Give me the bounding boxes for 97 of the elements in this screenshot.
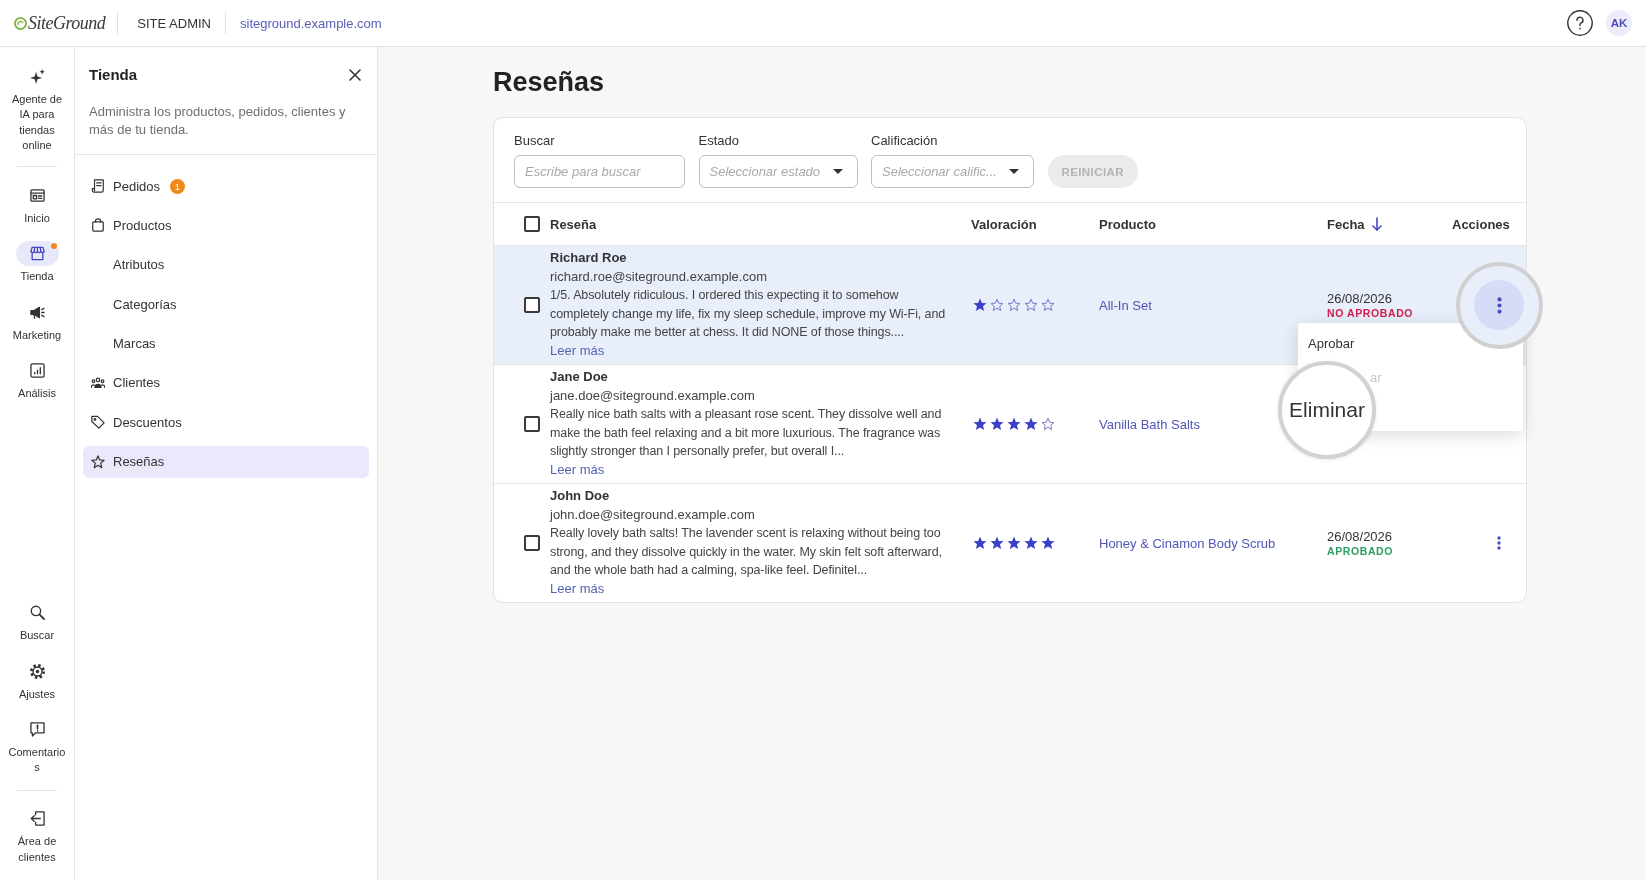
rail-nav-item[interactable]: Inicio [2,183,72,227]
kebab-menu-icon [1497,536,1501,550]
panel-title: Tienda [89,66,138,84]
speech-bubble-alert-icon [29,721,45,737]
star-outline-icon [1024,298,1038,312]
star-icon [1041,536,1055,550]
rail-nav-item[interactable]: Buscar [2,600,72,644]
exit-arrow-icon [29,811,45,827]
status-label: NO APROBADO [1327,305,1414,320]
sidebar-item[interactable]: Pedidos 1 [83,170,369,202]
help-icon [1567,10,1593,36]
reviewer-email: jane.doe@siteground.example.com [550,386,755,405]
row-checkbox[interactable] [524,416,540,432]
product-link[interactable]: Honey & Cinamon Body Scrub [1099,536,1276,551]
menu-item[interactable]: Aprobar [1308,326,1355,360]
tag-icon [91,415,105,430]
sidebar-item[interactable]: Clientes [83,366,369,399]
notification-count: 1 [170,178,185,194]
settings-icon [29,663,45,679]
column-header: Producto [1099,216,1157,232]
search-icon [29,605,45,621]
sidebar-item[interactable]: Descuentos [83,406,369,439]
reviewer-name: Jane Doe [550,368,608,386]
panel-description: Administra los productos, pedidos, clientes y más de tu tienda. [89,103,347,139]
receipt-icon [91,179,105,193]
user-avatar[interactable]: AK [1606,10,1632,36]
sparkle-icon [29,69,45,84]
sidebar-subitem[interactable]: Categorías [83,288,369,321]
search-field[interactable]: Escribe para buscar [514,155,685,188]
sidebar-subitem[interactable]: Marcas [83,327,369,360]
close-icon [349,69,361,81]
site-link[interactable]: siteground.example.com [240,15,382,31]
rail-nav-item[interactable]: Análisis [2,358,72,402]
rail-nav-item[interactable]: Comentarios [2,716,72,776]
review-text: Really nice bath salts with a pleasant rose scent. They dissolve well and make the bath feel relaxing and a bit more luxurious. The fragrance was slightly stronger than I personally prefer, but overall I... [550,406,943,460]
kebab-menu-icon [1496,296,1502,314]
star-icon [1007,417,1021,431]
bar-chart-icon [29,363,45,379]
storefront-icon [29,246,45,262]
reviewer-name: John Doe [550,487,610,505]
review-text: 1/5. Absolutely ridiculous. I ordered this expecting it to somehow completely change my life, fix my sleep schedule, improve my Wi-Fi, and probably make me better at chess. It did NONE of those things.... [550,287,947,341]
star-icon [1024,536,1038,550]
review-date: 26/08/2026 [1327,528,1393,544]
read-more-link[interactable]: Leer más [550,460,605,479]
column-header[interactable]: Fecha [1327,216,1382,232]
rail-nav-item[interactable]: Agente de IA para tiendas online [2,64,72,154]
rail-nav-item[interactable]: Ajustes [2,658,72,702]
star-icon [990,536,1004,550]
section-title: SITE ADMIN [137,15,211,31]
column-header: Acciones [1452,216,1510,232]
caret-down-icon [832,169,843,174]
star-icon [973,417,987,431]
row-checkbox[interactable] [524,297,540,313]
filter-label: Buscar [514,133,555,149]
reviewer-email: john.doe@siteground.example.com [550,505,755,524]
megaphone-icon [29,304,45,320]
product-link[interactable]: Vanilla Bath Salts [1099,417,1200,432]
browser-window-icon [29,188,45,204]
people-group-icon [91,375,105,390]
sidebar-item[interactable]: Reseñas [83,445,369,478]
logo-swirl-icon [14,16,27,30]
shopping-bag-icon [91,218,105,233]
filter-label: Estado [698,133,739,149]
read-more-link[interactable]: Leer más [550,579,605,598]
logo-wordmark: SiteGround [28,12,106,34]
star-icon [990,417,1004,431]
column-header: Valoración [971,216,1037,232]
star-icon [973,298,987,312]
review-text: Really lovely bath salts! The lavender scent is relaxing without being too strong, and they dissolve quickly in the water. My skin felt soft afterward, and the whole bath had a calming, spa-like feel. Definitel... [550,525,943,579]
caret-down-icon [1009,169,1019,174]
star-outline-icon [990,298,1004,312]
help-button[interactable] [1567,10,1593,36]
star-icon [1024,417,1038,431]
reviewer-name: Richard Roe [550,249,627,267]
close-button[interactable] [349,69,361,81]
star-outline-icon [1007,298,1021,312]
select-all-checkbox[interactable] [524,216,540,232]
reviewer-email: richard.roe@siteground.example.com [550,267,767,286]
sidebar-subitem[interactable]: Atributos [83,248,369,281]
page-title: Reseñas [493,66,605,99]
review-date: 26/08/2026 [1327,290,1393,306]
star-icon [1007,536,1021,550]
product-link[interactable]: All-In Set [1099,298,1152,313]
rail-nav-item[interactable]: Tienda [2,241,72,285]
column-header: Reseña [550,216,597,232]
rail-nav-item[interactable]: Área de clientes [2,806,72,865]
menu-item[interactable]: Eliminar [1289,398,1365,422]
rail-nav-item[interactable]: Marketing [2,299,72,344]
filter-label: Calificación [871,133,938,149]
status-label: APROBADO [1327,543,1394,558]
star-outline-icon [91,454,105,469]
star-icon [973,536,987,550]
star-outline-icon [1041,417,1055,431]
row-checkbox[interactable] [524,535,540,551]
read-more-link[interactable]: Leer más [550,341,605,360]
star-outline-icon [1041,298,1055,312]
sidebar-item[interactable]: Productos [83,209,369,242]
